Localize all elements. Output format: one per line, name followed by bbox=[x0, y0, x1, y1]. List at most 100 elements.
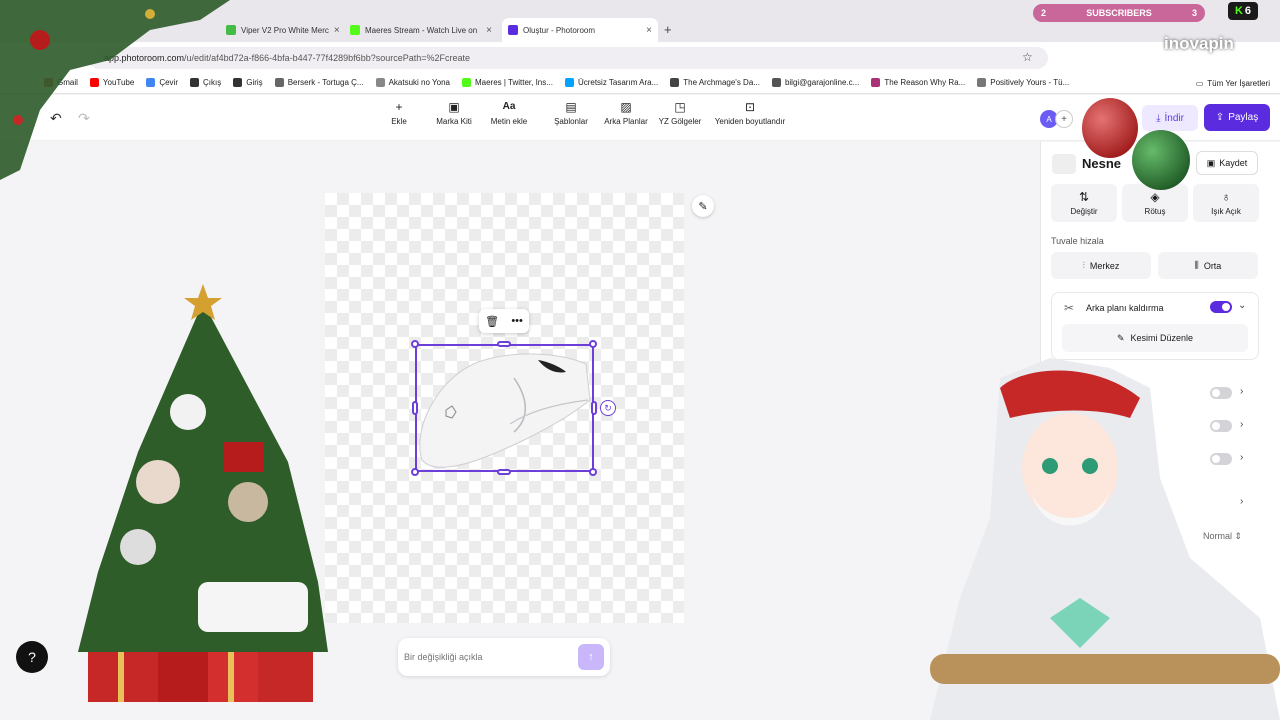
tab-viper[interactable]: Viper V2 Pro White Merc × bbox=[220, 18, 344, 42]
bookmark-item[interactable]: Berserk - Tortuga Ç... bbox=[274, 78, 364, 87]
christmas-garland-decoration bbox=[0, 0, 230, 180]
tool-add-text[interactable]: Aa Metin ekle bbox=[488, 100, 530, 126]
tool-templates[interactable]: ▤ Şablonlar bbox=[553, 100, 589, 126]
edit-cut-label: Kesimi Düzenle bbox=[1130, 333, 1194, 343]
resize-handle-left[interactable] bbox=[412, 401, 418, 415]
templates-icon: ▤ bbox=[565, 100, 577, 114]
bookmark-label: Giriş bbox=[246, 78, 263, 87]
christmas-tree-decoration bbox=[78, 284, 328, 702]
resize-handle-br[interactable] bbox=[589, 468, 597, 476]
tab-title: Viper V2 Pro White Merc bbox=[241, 25, 329, 35]
bg-removal-label: Arka planı kaldırma bbox=[1086, 303, 1164, 313]
tab-title: Maeres Stream - Watch Live on bbox=[365, 25, 478, 35]
align-center-button[interactable]: ⫶ Merkez bbox=[1051, 252, 1151, 279]
edit-cut-button[interactable]: ✎ Kesimi Düzenle bbox=[1062, 324, 1248, 352]
folder-icon: ▭ bbox=[1195, 78, 1204, 88]
align-middle-button[interactable]: ⫼ Orta bbox=[1158, 252, 1258, 279]
bookmark-favicon-icon bbox=[871, 78, 881, 87]
align-middle-icon: ⫼ bbox=[1194, 260, 1199, 270]
resize-handle-top[interactable] bbox=[497, 341, 511, 347]
scissors-icon: ✂ bbox=[1064, 301, 1075, 315]
tool-resize[interactable]: ⊡ Yeniden boyutlandır bbox=[712, 100, 788, 126]
bookmark-item[interactable]: The Reason Why Ra... bbox=[871, 78, 965, 87]
tool-label: Marka Kiti bbox=[436, 117, 472, 126]
swap-icon: ⇅ bbox=[1078, 190, 1090, 204]
align-center-icon: ⫶ bbox=[1082, 260, 1085, 270]
download-label: İndir bbox=[1164, 112, 1184, 124]
tool-label: Arka Planlar bbox=[604, 117, 648, 126]
bookmark-item[interactable]: The Archmage's Da... bbox=[670, 78, 760, 87]
trash-icon[interactable]: 🗑 bbox=[485, 315, 499, 328]
object-thumbnail bbox=[1052, 154, 1076, 174]
resize-handle-tr[interactable] bbox=[589, 340, 597, 348]
url-field[interactable]: app.photoroom.com/u/edit/af4bd72a-f866-4… bbox=[88, 47, 1048, 69]
all-bookmarks[interactable]: ▭ Tüm Yer İşaretleri bbox=[1196, 72, 1270, 94]
replace-button[interactable]: ⇅ Değiştir bbox=[1051, 184, 1117, 222]
save-button[interactable]: ▣ Kaydet bbox=[1196, 151, 1258, 175]
send-button[interactable]: ↑ bbox=[578, 644, 604, 670]
action-label: Rötuş bbox=[1144, 207, 1166, 216]
eraser-icon: ◈ bbox=[1150, 190, 1160, 204]
vtuber-avatar-overlay bbox=[930, 358, 1280, 720]
tool-brand-kit[interactable]: ▣ Marka Kiti bbox=[434, 100, 474, 126]
tool-label: Metin ekle bbox=[490, 117, 528, 126]
bookmark-label: Positively Yours - Tü... bbox=[990, 78, 1070, 87]
align-label: Orta bbox=[1203, 260, 1222, 271]
bookmark-label: Akatsuki no Yona bbox=[388, 78, 450, 87]
brand-kit-icon: ▣ bbox=[448, 100, 460, 114]
tool-ai-shadows[interactable]: ◳ YZ Gölgeler bbox=[658, 100, 702, 126]
resize-handle-right[interactable] bbox=[591, 401, 597, 415]
star-icon[interactable]: ☆ bbox=[1022, 50, 1033, 64]
bookmark-favicon-icon bbox=[771, 78, 781, 87]
tool-label: Yeniden boyutlandır bbox=[714, 117, 786, 126]
close-icon[interactable]: × bbox=[334, 25, 340, 36]
align-section-label: Tuvale hizala bbox=[1051, 236, 1104, 246]
bookmark-item[interactable]: Akatsuki no Yona bbox=[375, 78, 450, 87]
bulb-icon: ♁ bbox=[1221, 190, 1231, 204]
action-label: Değiştir bbox=[1070, 207, 1098, 216]
new-tab-button[interactable]: + bbox=[664, 22, 672, 37]
all-bookmarks-label: Tüm Yer İşaretleri bbox=[1207, 78, 1270, 88]
invite-button[interactable]: + bbox=[1055, 110, 1073, 128]
backgrounds-icon: ▨ bbox=[620, 100, 632, 114]
bookmark-label: The Reason Why Ra... bbox=[884, 78, 966, 87]
canvas-options-icon[interactable]: ✎ bbox=[692, 195, 714, 217]
bookmark-item[interactable]: bilgi@garajonline.c... bbox=[771, 78, 859, 87]
close-icon[interactable]: × bbox=[646, 25, 652, 36]
resize-handle-tl[interactable] bbox=[411, 340, 419, 348]
resize-handle-bottom[interactable] bbox=[497, 469, 511, 475]
more-icon[interactable]: ••• bbox=[511, 315, 523, 327]
help-button[interactable]: ? bbox=[16, 641, 48, 673]
pencil-icon: ✎ bbox=[1116, 332, 1125, 343]
retouch-button[interactable]: ◈ Rötuş bbox=[1122, 184, 1188, 222]
bookmark-favicon-icon bbox=[670, 78, 680, 87]
bookmark-label: Maeres | Twitter, Ins... bbox=[474, 78, 553, 87]
bookmark-item[interactable]: Giriş bbox=[233, 78, 263, 87]
chevron-down-icon[interactable]: ⌄ bbox=[1238, 300, 1246, 311]
tool-backgrounds[interactable]: ▨ Arka Planlar bbox=[603, 100, 649, 126]
prompt-input[interactable] bbox=[404, 647, 574, 667]
bookmark-item[interactable]: Ücretsiz Tasarım Ara... bbox=[564, 78, 659, 87]
bookmark-label: Ücretsiz Tasarım Ara... bbox=[577, 78, 659, 87]
tab-photoroom[interactable]: Oluştur - Photoroom × bbox=[502, 18, 658, 42]
shadows-icon: ◳ bbox=[674, 100, 686, 114]
bookmark-item[interactable]: Maeres | Twitter, Ins... bbox=[461, 78, 553, 87]
bookmark-favicon-icon bbox=[461, 78, 471, 87]
resize-handle-bl[interactable] bbox=[411, 468, 419, 476]
resize-icon: ⊡ bbox=[744, 100, 756, 114]
close-icon[interactable]: × bbox=[486, 25, 492, 36]
share-button[interactable]: ⇪ Paylaş bbox=[1204, 104, 1270, 131]
tool-label: YZ Gölgeler bbox=[658, 117, 702, 126]
bookmark-favicon-icon bbox=[274, 78, 284, 87]
download-icon: ⤓ bbox=[1156, 112, 1161, 124]
light-button[interactable]: ♁ Işık Açık bbox=[1193, 184, 1259, 222]
selection-box[interactable] bbox=[415, 344, 594, 472]
kick-count: 6 bbox=[1244, 5, 1252, 17]
download-button[interactable]: ⤓ İndir bbox=[1142, 105, 1198, 131]
tab-maeres[interactable]: Maeres Stream - Watch Live on × bbox=[344, 18, 498, 42]
tool-add[interactable]: + Ekle bbox=[388, 100, 410, 126]
bookmark-item[interactable]: Positively Yours - Tü... bbox=[977, 78, 1069, 87]
kick-badge: K 6 bbox=[1228, 2, 1258, 20]
bg-removal-toggle[interactable] bbox=[1210, 301, 1232, 313]
rotate-icon[interactable]: ↻ bbox=[600, 400, 616, 416]
